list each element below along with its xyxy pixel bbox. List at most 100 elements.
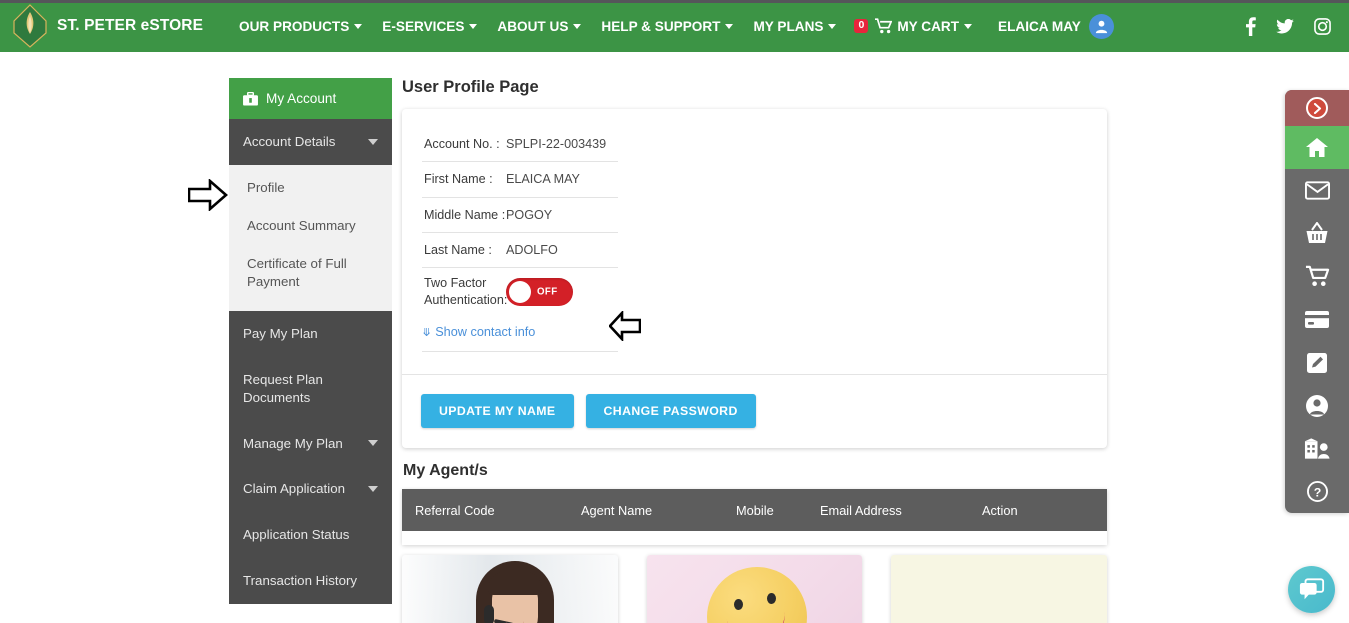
promo-cards-row: ST. PETER xyxy=(402,555,1108,623)
column-referral-code: Referral Code xyxy=(415,502,495,518)
sidebar-item-transaction-history[interactable]: Transaction History xyxy=(229,558,392,604)
nav-help-support[interactable]: HELP & SUPPORT xyxy=(591,13,743,40)
nav-our-products-label: OUR PRODUCTS xyxy=(239,18,350,34)
profile-row-first-name: First Name : ELAICA MAY xyxy=(422,162,618,198)
instagram-icon[interactable] xyxy=(1314,17,1331,35)
page-body: My Account Account Details Profile Accou… xyxy=(0,52,1349,623)
edit-pencil-icon xyxy=(1307,352,1327,373)
home-icon xyxy=(1306,137,1328,157)
profile-row-account-no: Account No. : SPLPI-22-003439 xyxy=(422,127,618,163)
first-name-label: First Name : xyxy=(424,172,493,187)
chevron-right-circle-icon xyxy=(1306,97,1328,119)
sidebar-item-certificate-of-full-payment[interactable]: Certificate of Full Payment xyxy=(229,245,392,301)
rail-item-home[interactable] xyxy=(1285,126,1349,169)
sidebar-header-my-account[interactable]: My Account xyxy=(229,78,392,119)
chevron-down-icon xyxy=(469,23,478,29)
social-links xyxy=(1245,0,1331,52)
cart-icon xyxy=(1305,265,1329,287)
sidebar-group-account-details-label: Account Details xyxy=(243,134,336,149)
toggle-state-label: OFF xyxy=(537,286,558,298)
nav-about-us[interactable]: ABOUT US xyxy=(487,13,591,40)
nav-my-cart[interactable]: 0 MY CART xyxy=(846,12,982,40)
twitter-icon[interactable] xyxy=(1276,18,1294,34)
chevron-down-icon xyxy=(368,440,378,447)
nav-my-cart-label: MY CART xyxy=(897,18,960,34)
sidebar-header-label: My Account xyxy=(266,91,337,106)
sidebar-item-claim-application-label: Claim Application xyxy=(243,481,345,497)
smiley-face-photo[interactable] xyxy=(646,555,863,623)
top-navbar: ST. PETER eSTORE OUR PRODUCTS E-SERVICES… xyxy=(0,0,1349,52)
rail-item-basket[interactable] xyxy=(1285,212,1349,255)
sidebar-item-request-plan-documents[interactable]: Request Plan Documents xyxy=(229,357,392,421)
call-center-agent-photo[interactable] xyxy=(402,555,618,623)
my-agents-title: My Agent/s xyxy=(403,462,488,480)
main-content: User Profile Page Account No. : SPLPI-22… xyxy=(402,78,1108,623)
profile-row-middle-name: Middle Name : POGOY xyxy=(422,198,618,234)
sidebar-item-pay-my-plan[interactable]: Pay My Plan xyxy=(229,311,392,357)
profile-card: Account No. : SPLPI-22-003439 First Name… xyxy=(402,109,1107,449)
chevron-down-icon xyxy=(573,23,582,29)
rail-item-messages[interactable] xyxy=(1285,169,1349,212)
chevron-down-icon xyxy=(354,23,363,29)
agents-table-body-empty xyxy=(402,531,1107,546)
chat-bubble-button[interactable] xyxy=(1288,566,1335,613)
credit-card-icon xyxy=(1305,311,1329,328)
smiley-mouth xyxy=(725,607,788,623)
smiley-eye-right xyxy=(766,593,776,605)
rail-item-edit[interactable] xyxy=(1285,341,1349,384)
sidebar-group-account-details[interactable]: Account Details xyxy=(229,119,392,165)
last-name-value: ADOLFO xyxy=(506,243,558,258)
change-password-button[interactable]: CHANGE PASSWORD xyxy=(585,394,756,429)
two-factor-toggle[interactable]: OFF xyxy=(506,277,573,306)
show-contact-info-link[interactable]: ⤋ Show contact info xyxy=(422,325,618,353)
cart-count-badge: 0 xyxy=(854,19,869,33)
nav-about-us-label: ABOUT US xyxy=(497,18,569,34)
sidebar-item-application-status[interactable]: Application Status xyxy=(229,512,392,558)
user-menu[interactable]: ELAICA MAY xyxy=(998,13,1114,39)
branch-locator-icon xyxy=(1304,437,1330,459)
sidebar-item-claim-application[interactable]: Claim Application xyxy=(229,466,392,512)
smiley-eye-left xyxy=(733,599,743,611)
update-my-name-button[interactable]: UPDATE MY NAME xyxy=(421,394,574,429)
rail-item-cart[interactable] xyxy=(1285,255,1349,298)
sidebar-subitems-account-details: Profile Account Summary Certificate of F… xyxy=(229,164,392,311)
chevron-down-icon xyxy=(725,23,734,29)
rail-expand-toggle[interactable] xyxy=(1285,90,1349,126)
nav-my-plans[interactable]: MY PLANS xyxy=(743,13,846,40)
nav-help-support-label: HELP & SUPPORT xyxy=(601,18,721,34)
nav-our-products[interactable]: OUR PRODUCTS xyxy=(229,13,372,40)
chevron-down-icon xyxy=(964,23,973,29)
column-agent-name: Agent Name xyxy=(581,502,653,518)
account-no-label: Account No. : xyxy=(424,137,500,151)
page-title: User Profile Page xyxy=(402,78,539,96)
briefcase-icon xyxy=(243,91,258,106)
sidebar-item-manage-my-plan[interactable]: Manage My Plan xyxy=(229,421,392,467)
rail-item-branch-locator[interactable] xyxy=(1285,427,1349,470)
rail-item-profile[interactable] xyxy=(1285,384,1349,427)
sidebar-item-account-summary[interactable]: Account Summary xyxy=(229,207,392,245)
column-email-address: Email Address xyxy=(820,502,902,518)
headset-earpiece xyxy=(484,605,494,623)
middle-name-value: POGOY xyxy=(506,207,553,222)
svg-text:?: ? xyxy=(1313,485,1321,499)
chevron-down-icon xyxy=(368,138,378,145)
profile-row-last-name: Last Name : ADOLFO xyxy=(422,233,618,269)
primary-nav: OUR PRODUCTS E-SERVICES ABOUT US HELP & … xyxy=(229,12,1114,40)
chevron-down-icon xyxy=(368,486,378,493)
envelope-icon xyxy=(1304,181,1330,200)
brand-logo[interactable]: ST. PETER eSTORE xyxy=(12,4,203,48)
window-top-strip xyxy=(0,0,1349,3)
rail-item-payments[interactable] xyxy=(1285,298,1349,341)
agents-table-header: Referral Code Agent Name Mobile Email Ad… xyxy=(402,489,1107,532)
middle-name-label: Middle Name : xyxy=(424,207,506,222)
rail-item-help[interactable]: ? xyxy=(1285,470,1349,513)
sidebar-item-profile[interactable]: Profile xyxy=(229,169,392,207)
facebook-icon[interactable] xyxy=(1245,16,1256,36)
profile-action-buttons: UPDATE MY NAME CHANGE PASSWORD xyxy=(402,375,1107,448)
profile-details-table: Account No. : SPLPI-22-003439 First Name… xyxy=(422,127,618,315)
sidebar-item-manage-my-plan-label: Manage My Plan xyxy=(243,435,343,451)
st-peter-flame-logo xyxy=(13,4,47,48)
st-peter-logo-card[interactable]: ST. PETER xyxy=(891,555,1108,623)
my-agents-table: Referral Code Agent Name Mobile Email Ad… xyxy=(402,489,1107,546)
nav-e-services[interactable]: E-SERVICES xyxy=(372,13,487,40)
